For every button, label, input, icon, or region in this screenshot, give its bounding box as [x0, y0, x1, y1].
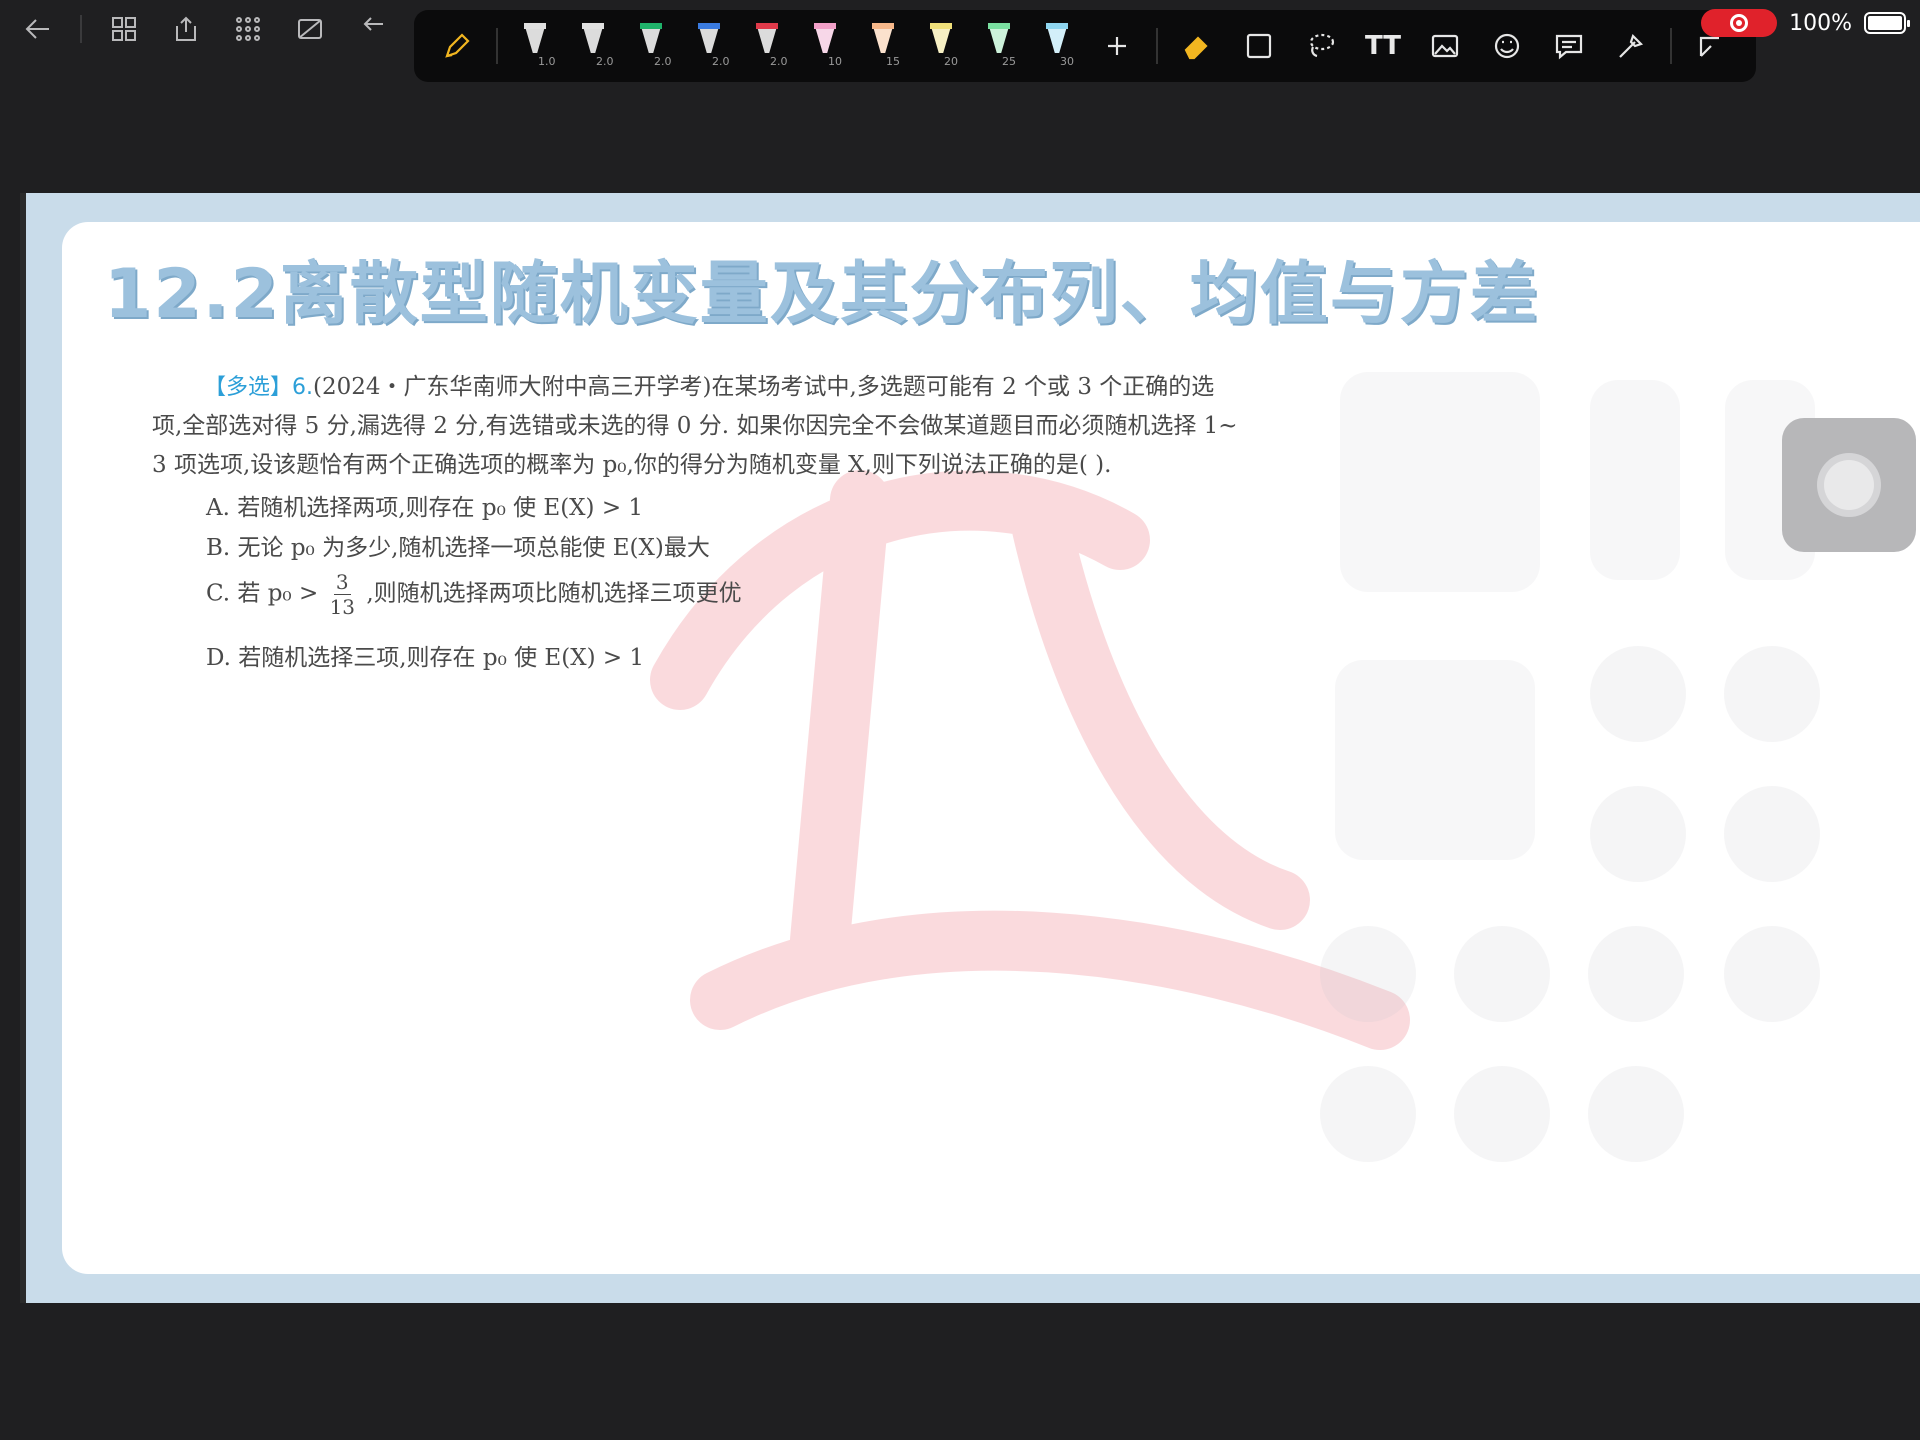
assistive-touch-button[interactable] — [1782, 418, 1916, 552]
status-bar: 100% — [1701, 8, 1910, 38]
pen-size-label: 2.0 — [654, 55, 672, 68]
app-nav-bar — [18, 6, 392, 52]
control-toggle — [1454, 926, 1550, 1022]
control-toggle — [1590, 646, 1686, 742]
divider — [1156, 28, 1158, 64]
control-toggle — [1724, 926, 1820, 1022]
pen-size-label: 15 — [886, 55, 900, 68]
pen-color-band — [1046, 23, 1068, 29]
shape-tool-icon[interactable] — [1230, 17, 1288, 75]
pen-size-label: 30 — [1060, 55, 1074, 68]
divider — [1670, 28, 1672, 64]
question-text: (2024・广东华南师大附中高三开学考)在某场考试中,多选题可能有 2 个或 3… — [313, 374, 1215, 400]
fraction-numerator: 3 — [333, 570, 351, 595]
image-icon[interactable] — [1416, 17, 1474, 75]
apps-menu-icon[interactable] — [228, 9, 268, 49]
pen-size-label: 25 — [1002, 55, 1016, 68]
highlighter-preset-4[interactable]: 25 — [972, 15, 1026, 77]
question-stem: 【多选】6.(2024・广东华南师大附中高三开学考)在某场考试中,多选题可能有 … — [152, 368, 1342, 485]
option-c: C. 若 p₀ > 3 13 ,则随机选择两项比随机选择三项更优 — [206, 570, 742, 619]
divider — [496, 28, 498, 64]
option-a: A. 若随机选择两项,则存在 p₀ 使 E(X) > 1 — [206, 495, 644, 521]
pen-color-band — [930, 23, 952, 29]
text-tool-icon[interactable]: TT — [1354, 17, 1412, 75]
screen-record-toggle-icon — [1320, 1066, 1416, 1162]
undo-icon[interactable] — [352, 9, 392, 49]
option-b: B. 无论 p₀ 为多少,随机选择一项总能使 E(X)最大 — [206, 535, 710, 561]
pen-preset-5[interactable]: 2.0 — [740, 15, 794, 77]
add-pen-icon[interactable] — [1088, 17, 1146, 75]
back-arrow-icon[interactable] — [18, 9, 58, 49]
grid-view-icon[interactable] — [104, 9, 144, 49]
divider — [80, 15, 82, 43]
battery-toggle-icon — [1588, 926, 1684, 1022]
control-center-panel — [1590, 380, 1680, 580]
option-c-text: ,则随机选择两项比随机选择三项更优 — [366, 580, 742, 607]
pen-color-band — [872, 23, 894, 29]
control-toggle — [1590, 786, 1686, 882]
control-toggle — [1454, 1066, 1550, 1162]
pen-size-label: 20 — [944, 55, 958, 68]
highlighter-preset-3[interactable]: 20 — [914, 15, 968, 77]
rotation-lock-icon — [1724, 646, 1820, 742]
option-c-text: C. 若 p₀ > — [206, 580, 319, 607]
question-line: 项,全部选对得 5 分,漏选得 2 分,有选错或未选的得 0 分. 如果你因完全… — [152, 413, 1238, 439]
control-center-panel — [1335, 660, 1535, 860]
pencil-bluetooth-icon[interactable] — [428, 17, 486, 75]
pen-color-band — [814, 23, 836, 29]
question-line: 3 项选项,设该题恰有两个正确选项的概率为 p₀,你的得分为随机变量 X,则下列… — [152, 452, 1112, 478]
pen-color-band — [988, 23, 1010, 29]
lasso-icon[interactable] — [1292, 17, 1350, 75]
control-toggle — [1320, 926, 1416, 1022]
pen-size-label: 2.0 — [712, 55, 730, 68]
highlighter-preset-5[interactable]: 30 — [1030, 15, 1084, 77]
chapter-title: 12.2离散型随机变量及其分布列、均值与方差 — [104, 255, 1540, 334]
fraction-denominator: 13 — [329, 595, 356, 619]
share-icon[interactable] — [166, 9, 206, 49]
comment-icon[interactable] — [1540, 17, 1598, 75]
sticker-icon[interactable] — [1478, 17, 1536, 75]
pen-color-band — [640, 23, 662, 29]
record-icon — [1730, 14, 1749, 32]
pen-size-label: 10 — [828, 55, 842, 68]
highlighter-preset-1[interactable]: 10 — [798, 15, 852, 77]
battery-percent: 100% — [1789, 10, 1852, 36]
pen-preset-1[interactable]: 1.0 — [508, 15, 562, 77]
pen-color-band — [524, 23, 546, 29]
pen-size-label: 2.0 — [770, 55, 788, 68]
pen-size-label: 1.0 — [538, 55, 556, 68]
pen-size-label: 2.0 — [596, 55, 614, 68]
highlighter-preset-2[interactable]: 15 — [856, 15, 910, 77]
option-d: D. 若随机选择三项,则存在 p₀ 使 E(X) > 1 — [206, 645, 645, 671]
pen-preset-4[interactable]: 2.0 — [682, 15, 736, 77]
dark-mode-icon — [1588, 1066, 1684, 1162]
battery-icon — [1864, 12, 1910, 34]
laser-pointer-icon[interactable] — [1602, 17, 1660, 75]
control-center-panel — [1340, 372, 1540, 592]
eraser-icon[interactable] — [1168, 17, 1226, 75]
control-toggle — [1724, 786, 1820, 882]
pen-preset-3[interactable]: 2.0 — [624, 15, 678, 77]
pen-color-band — [698, 23, 720, 29]
question-tag: 【多选】6. — [204, 375, 313, 400]
pen-color-band — [756, 23, 778, 29]
pen-preset-2[interactable]: 2.0 — [566, 15, 620, 77]
screen-recording-indicator[interactable] — [1701, 9, 1778, 37]
fraction: 3 13 — [330, 570, 355, 619]
disable-touch-icon[interactable] — [290, 9, 330, 49]
pen-toolbar: 1.0 2.0 2.0 2.0 2.0 10 15 20 25 30 TT — [414, 10, 1756, 82]
pen-color-band — [582, 23, 604, 29]
assistive-touch-icon — [1817, 453, 1881, 517]
question-line: 【多选】6.(2024・广东华南师大附中高三开学考)在某场考试中,多选题可能有 … — [152, 368, 1342, 407]
